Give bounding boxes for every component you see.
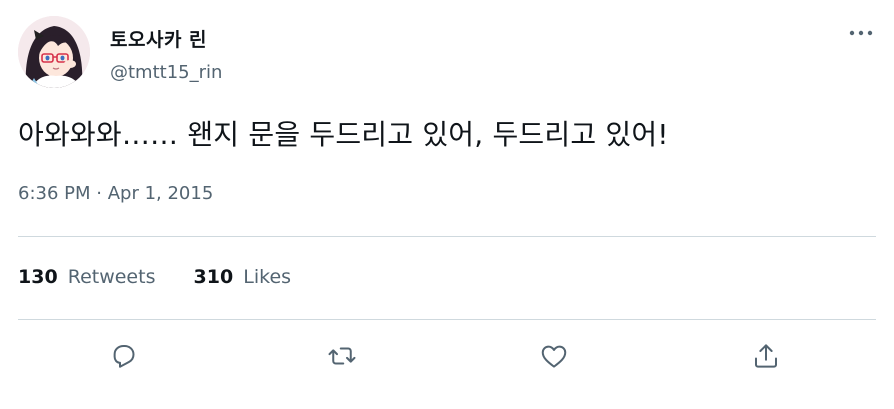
retweets-stat[interactable]: 130 Retweets xyxy=(18,266,155,288)
retweets-count: 130 xyxy=(18,266,58,288)
action-bar xyxy=(0,336,894,376)
likes-count: 310 xyxy=(193,266,234,288)
tweet-time[interactable]: 6:36 PM xyxy=(18,183,91,204)
retweet-button[interactable] xyxy=(322,336,362,376)
reply-icon xyxy=(113,345,135,368)
tweet-stats: 130 Retweets 310 Likes xyxy=(18,266,323,288)
tweet-timestamp: 6:36 PM · Apr 1, 2015 xyxy=(18,183,213,204)
share-button[interactable] xyxy=(746,336,786,376)
tweet-card: 토오사카 린 @tmtt15_rin 아와와와…… 왠지 문을 두드리고 있어,… xyxy=(0,0,894,409)
avatar[interactable] xyxy=(18,16,90,88)
more-horizontal-icon xyxy=(849,30,873,36)
retweet-icon xyxy=(328,347,356,365)
tweet-text: 아와와와…… 왠지 문을 두드리고 있어, 두드리고 있어! xyxy=(18,118,669,151)
display-name[interactable]: 토오사카 린 xyxy=(110,25,207,52)
divider xyxy=(18,236,876,237)
reply-button[interactable] xyxy=(104,336,144,376)
like-icon xyxy=(541,345,567,368)
likes-stat[interactable]: 310 Likes xyxy=(194,266,292,288)
like-button[interactable] xyxy=(534,336,574,376)
divider xyxy=(18,319,876,320)
more-button[interactable] xyxy=(846,22,876,44)
user-handle[interactable]: @tmtt15_rin xyxy=(110,62,222,83)
anime-girl-avatar-icon xyxy=(18,16,90,88)
tweet-date[interactable]: Apr 1, 2015 xyxy=(108,183,214,204)
retweets-label: Retweets xyxy=(67,266,156,288)
share-icon xyxy=(755,344,777,368)
meta-separator: · xyxy=(96,183,108,204)
likes-label: Likes xyxy=(243,266,292,288)
